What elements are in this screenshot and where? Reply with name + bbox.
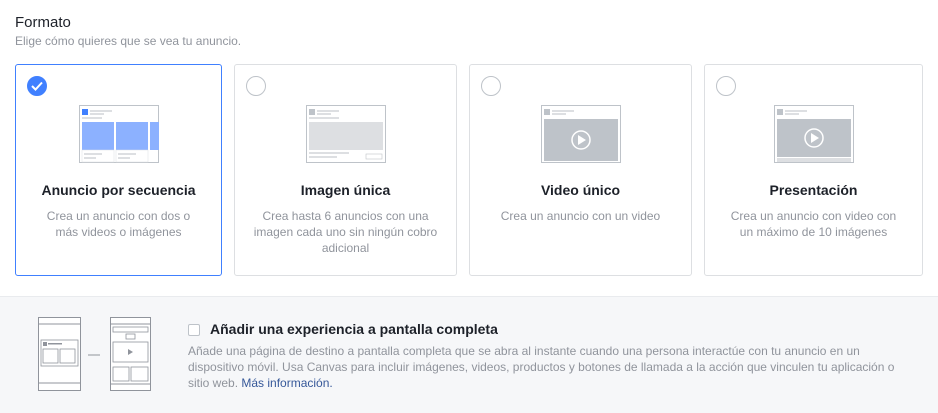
card-desc: Crea un anuncio con un video <box>500 209 661 223</box>
check-icon <box>31 81 43 91</box>
card-title: Anuncio por secuencia <box>41 182 196 198</box>
format-card-single-video[interactable]: Video único Crea un anuncio con un video <box>469 64 692 276</box>
more-info-link[interactable]: Más información. <box>241 376 332 390</box>
canvas-illustration-icon <box>38 317 151 391</box>
canvas-checkbox[interactable] <box>188 324 200 336</box>
canvas-title: Añadir una experiencia a pantalla comple… <box>210 321 498 337</box>
radio-unselected[interactable] <box>716 76 736 96</box>
video-thumbnail-icon <box>541 105 621 163</box>
card-desc: Crea un anuncio con video con un máximo … <box>730 209 897 239</box>
format-card-single-image[interactable]: Imagen única Crea hasta 6 anuncios con u… <box>234 64 457 276</box>
format-subtitle: Elige cómo quieres que se vea tu anuncio… <box>15 34 242 48</box>
slideshow-thumbnail-icon <box>774 105 854 163</box>
canvas-section: Añadir una experiencia a pantalla comple… <box>0 296 938 413</box>
card-desc: Crea un anuncio con dos o más videos o i… <box>46 209 191 239</box>
card-title: Presentación <box>769 182 858 198</box>
radio-unselected[interactable] <box>481 76 501 96</box>
card-title: Imagen única <box>300 182 391 198</box>
radio-selected[interactable] <box>27 76 47 96</box>
format-card-carousel[interactable]: Anuncio por secuencia Crea un anuncio co… <box>15 64 222 276</box>
format-card-slideshow[interactable]: Presentación Crea un anuncio con video c… <box>704 64 923 276</box>
canvas-description: Añade una página de destino a pantalla c… <box>188 343 898 391</box>
format-title: Formato <box>15 14 71 31</box>
card-desc: Crea hasta 6 anuncios con una imagen cad… <box>253 209 438 255</box>
radio-unselected[interactable] <box>246 76 266 96</box>
carousel-thumbnail-icon <box>79 105 159 163</box>
card-title: Video único <box>540 182 621 198</box>
single-image-thumbnail-icon <box>306 105 386 163</box>
